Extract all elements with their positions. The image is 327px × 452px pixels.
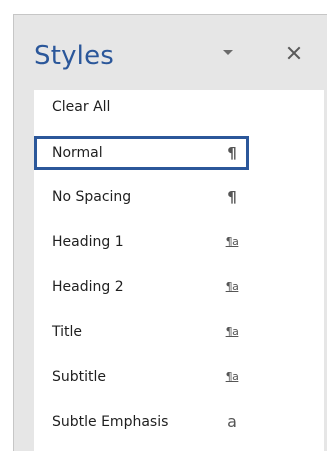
style-item-label: Subtle Emphasis — [52, 414, 169, 430]
style-item-normal[interactable]: Normal ¶ — [34, 136, 249, 170]
linked-style-icon: ¶a — [225, 280, 239, 293]
style-item-subtle-emphasis[interactable]: Subtle Emphasis a — [34, 405, 249, 439]
paragraph-style-icon: ¶ — [227, 188, 237, 206]
style-item-title[interactable]: Title ¶a — [34, 315, 249, 349]
style-item-no-spacing[interactable]: No Spacing ¶ — [34, 180, 249, 214]
pane-title: Styles — [34, 41, 115, 71]
paragraph-style-icon: ¶ — [227, 144, 237, 162]
style-item-label: Title — [52, 324, 83, 340]
style-item-label: No Spacing — [52, 189, 132, 205]
style-item-label: Heading 2 — [52, 279, 124, 295]
style-item-heading-1[interactable]: Heading 1 ¶a — [34, 225, 249, 259]
style-item-subtitle[interactable]: Subtitle ¶a — [34, 360, 249, 394]
close-pane-button[interactable] — [282, 41, 306, 65]
styles-list: Clear All Normal ¶ No Spacing ¶ Heading … — [34, 90, 324, 452]
character-style-icon: a — [227, 412, 237, 431]
close-icon — [287, 46, 301, 60]
style-item-heading-2[interactable]: Heading 2 ¶a — [34, 270, 249, 304]
styles-pane: Styles Clear All Normal ¶ No Spacing ¶ H… — [13, 14, 327, 452]
linked-style-icon: ¶a — [225, 235, 239, 248]
chevron-down-icon — [223, 50, 233, 55]
linked-style-icon: ¶a — [225, 325, 239, 338]
style-item-label: Subtitle — [52, 369, 107, 385]
pane-options-button[interactable] — [217, 42, 239, 64]
style-item-label: Heading 1 — [52, 234, 124, 250]
style-item-label: Clear All — [52, 99, 111, 115]
style-item-clear-all[interactable]: Clear All — [34, 90, 249, 124]
linked-style-icon: ¶a — [225, 370, 239, 383]
style-item-label: Normal — [52, 145, 103, 161]
